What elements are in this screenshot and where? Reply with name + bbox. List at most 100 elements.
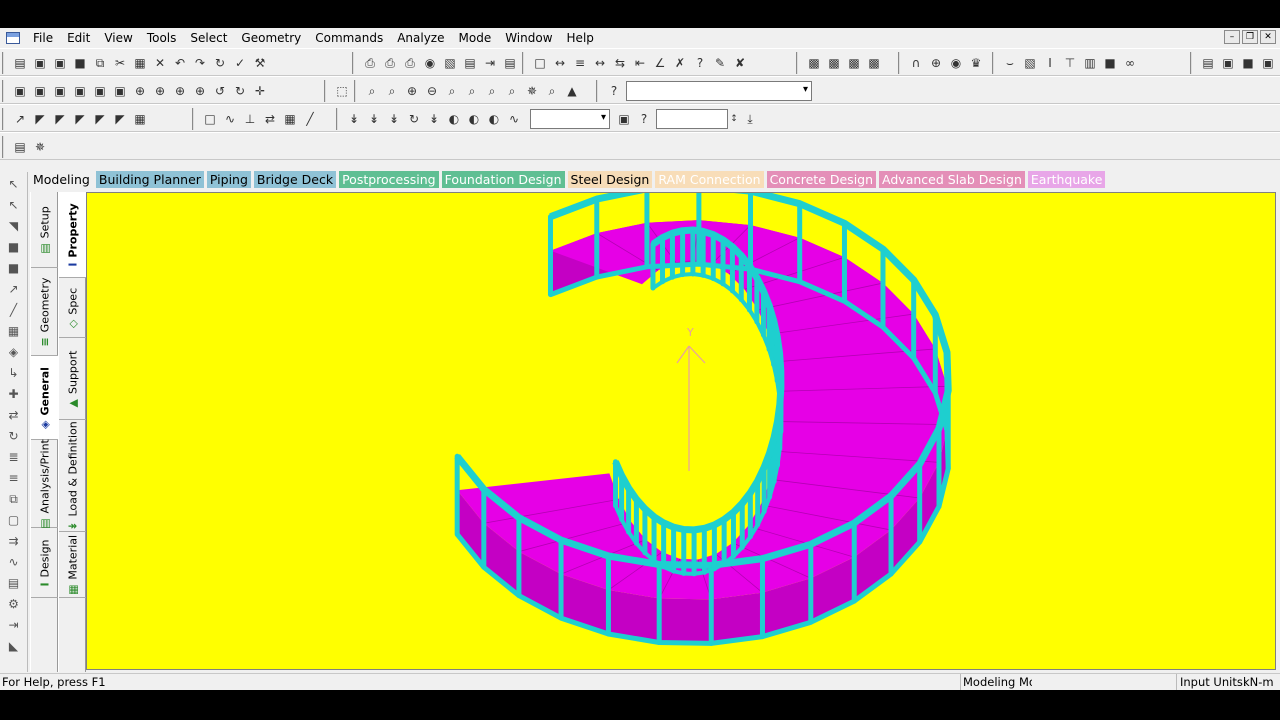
download-icon[interactable]: ⤓ — [740, 109, 760, 129]
load-rotate-icon[interactable]: ↻ — [404, 109, 424, 129]
bridge-model-view[interactable]: Y — [87, 193, 1276, 670]
line-icon[interactable]: ╱ — [300, 109, 320, 129]
display-icon[interactable]: ▲ — [562, 81, 582, 101]
cursor-copy-icon[interactable]: ⧉ — [4, 490, 24, 508]
zoom-extents-icon[interactable]: ⌕ — [502, 81, 522, 101]
rotate-right-icon[interactable]: ⊕ — [190, 81, 210, 101]
vtab-property[interactable]: I Property — [59, 192, 87, 278]
view-back-icon[interactable]: ▣ — [50, 81, 70, 101]
vtab-load-definition[interactable]: ↡ Load & Definition — [59, 420, 87, 532]
page-tab-foundation-design[interactable]: Foundation Design — [441, 170, 565, 188]
beam-measure-icon[interactable]: ⇤ — [630, 53, 650, 73]
print-icon[interactable]: ⎙ — [360, 53, 380, 73]
flip-icon[interactable]: ⇄ — [260, 109, 280, 129]
plate-icon[interactable]: ■ — [1100, 53, 1120, 73]
vtab-geometry[interactable]: ≡ Geometry — [31, 268, 59, 356]
zoom-icon[interactable]: ⌕ — [362, 81, 382, 101]
minimize-button[interactable]: – — [1224, 30, 1240, 44]
menu-window[interactable]: Window — [498, 28, 559, 48]
save-icon[interactable]: ■ — [70, 53, 90, 73]
vtab-setup[interactable]: ▤ Setup — [31, 192, 59, 268]
pan-view-icon[interactable]: ✵ — [522, 81, 542, 101]
folder-icon[interactable]: ▣ — [1218, 53, 1238, 73]
eraser-icon[interactable]: ✘ — [730, 53, 750, 73]
surface-cursor-icon[interactable]: ◤ — [90, 109, 110, 129]
load-node-icon[interactable]: ↡ — [364, 109, 384, 129]
check-icon[interactable]: ✓ — [230, 53, 250, 73]
frame-icon[interactable]: ⊕ — [926, 53, 946, 73]
cursor-spring-icon[interactable]: ∿ — [4, 553, 24, 571]
menu-select[interactable]: Select — [183, 28, 234, 48]
member-icon[interactable]: ▧ — [1020, 53, 1040, 73]
slab-icon[interactable]: ⌣ — [1000, 53, 1020, 73]
cursor-wizard-icon[interactable]: ⚙ — [4, 595, 24, 613]
cursor-window-icon[interactable]: ▢ — [4, 511, 24, 529]
cursor-arrows-icon[interactable]: ⇉ — [4, 532, 24, 550]
pan-icon[interactable]: ✛ — [250, 81, 270, 101]
spinner-icon[interactable]: ↕ — [728, 109, 740, 129]
copy-icon[interactable]: ⧉ — [90, 53, 110, 73]
print-setup-icon[interactable]: ⎙ — [400, 53, 420, 73]
page-tab-ram-connection[interactable]: RAM Connection — [655, 170, 764, 188]
menu-help[interactable]: Help — [560, 28, 601, 48]
zoom-out-icon[interactable]: ⊖ — [422, 81, 442, 101]
refresh-icon[interactable]: ↻ — [210, 53, 230, 73]
cursor-geometry-icon[interactable]: ╱ — [4, 301, 24, 319]
page-tab-piping[interactable]: Piping — [206, 170, 251, 188]
cursor-support-icon[interactable]: ✚ — [4, 385, 24, 403]
picture-icon[interactable]: ▧ — [440, 53, 460, 73]
menu-commands[interactable]: Commands — [308, 28, 390, 48]
load-member-icon[interactable]: ↡ — [384, 109, 404, 129]
rotate-left-icon[interactable]: ⊕ — [170, 81, 190, 101]
page-tab-modeling[interactable]: Modeling — [30, 170, 93, 188]
link-icon[interactable]: ∞ — [1120, 53, 1140, 73]
page-tab-steel-design[interactable]: Steel Design — [567, 170, 653, 188]
beam-cursor-icon[interactable]: ◤ — [30, 109, 50, 129]
spin-right-icon[interactable]: ↻ — [230, 81, 250, 101]
cursor-surface-icon[interactable]: ↗ — [4, 280, 24, 298]
structure-wizard-icon[interactable]: ▤ — [10, 137, 30, 157]
monitor-icon[interactable]: ▣ — [614, 109, 634, 129]
transform-icon[interactable]: ✵ — [30, 137, 50, 157]
help-icon[interactable]: ? — [604, 81, 624, 101]
load-case-dropdown[interactable] — [530, 109, 610, 129]
cursor-solid-icon[interactable]: ■ — [4, 259, 24, 277]
page-tab-advanced-slab-design[interactable]: Advanced Slab Design — [879, 170, 1025, 188]
cursor-stairs-icon[interactable]: ≣ — [4, 448, 24, 466]
cursor-load-icon[interactable]: ◈ — [4, 343, 24, 361]
spin-left-icon[interactable]: ↺ — [210, 81, 230, 101]
app-icon[interactable] — [6, 32, 20, 44]
vtab-general[interactable]: ◈ General — [31, 356, 59, 440]
close-button[interactable]: ✕ — [1260, 30, 1276, 44]
load-solid-icon[interactable]: ◐ — [484, 109, 504, 129]
load-icon[interactable]: ↡ — [344, 109, 364, 129]
view-left-icon[interactable]: ▣ — [70, 81, 90, 101]
export-icon[interactable]: ⇥ — [480, 53, 500, 73]
delete-icon[interactable]: ✕ — [150, 53, 170, 73]
measure-icon[interactable]: ↔ — [590, 53, 610, 73]
zoom-window-icon[interactable]: ⌕ — [382, 81, 402, 101]
load-case-icon[interactable]: ∿ — [504, 109, 524, 129]
vtab-spec[interactable]: ◇ Spec — [59, 278, 87, 338]
undo-icon[interactable]: ↶ — [170, 53, 190, 73]
dimension-icon[interactable]: ↔ — [550, 53, 570, 73]
vtab-support[interactable]: ▲ Support — [59, 338, 87, 420]
rotate-up-icon[interactable]: ⊕ — [130, 81, 150, 101]
page-icon[interactable]: □ — [530, 53, 550, 73]
cursor-list-icon[interactable]: ≡ — [4, 469, 24, 487]
page-tab-postprocessing[interactable]: Postprocessing — [339, 170, 439, 188]
cursor-icon[interactable]: ↖ — [4, 175, 24, 193]
zoom-dynamic-icon[interactable]: ⌕ — [462, 81, 482, 101]
restore-button[interactable]: ❐ — [1242, 30, 1258, 44]
clear-icon[interactable]: ✗ — [670, 53, 690, 73]
view-right-icon[interactable]: ▣ — [90, 81, 110, 101]
menu-geometry[interactable]: Geometry — [234, 28, 308, 48]
vtab-analysis-print[interactable]: ▤ Analysis/Print — [31, 439, 59, 528]
geometry-cursor-icon[interactable]: ◤ — [110, 109, 130, 129]
view-select-dropdown[interactable] — [626, 81, 812, 101]
zoom-prev-icon[interactable]: ⌕ — [442, 81, 462, 101]
cursor-beam-icon[interactable]: ◥ — [4, 217, 24, 235]
build-icon[interactable]: ⚒ — [250, 53, 270, 73]
report-setup-icon[interactable]: ▤ — [500, 53, 520, 73]
cursor-mesh-icon[interactable]: ▤ — [4, 574, 24, 592]
